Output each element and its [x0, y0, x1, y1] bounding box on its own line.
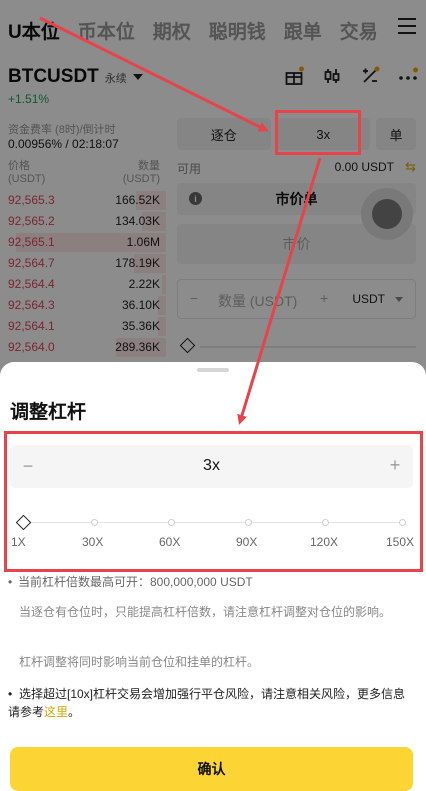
annotation-arrow [39, 16, 269, 132]
annotation-arrow [237, 157, 322, 425]
annotation-arrows [39, 16, 322, 425]
